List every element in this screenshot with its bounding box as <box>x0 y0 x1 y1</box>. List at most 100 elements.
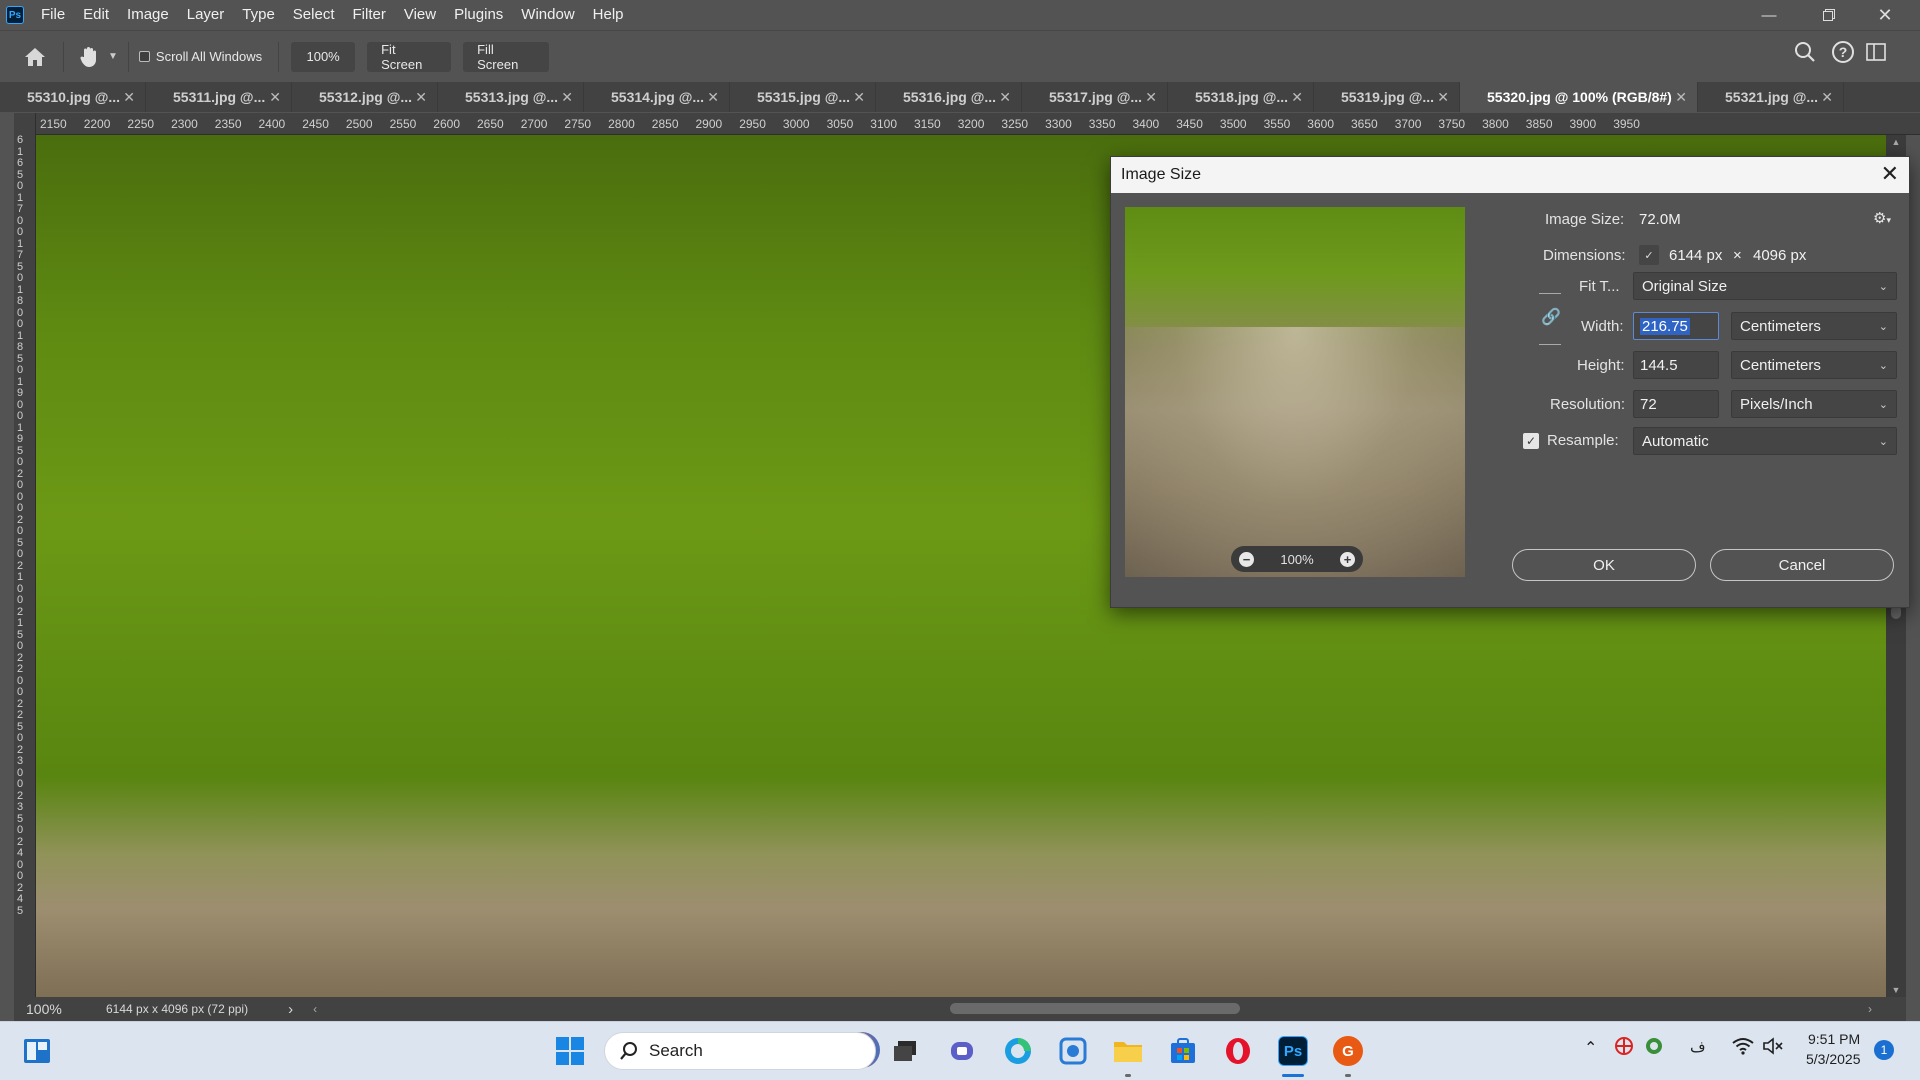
tab-55321[interactable]: 55321.jpg @... ✕ <box>1698 82 1844 112</box>
grammarly-icon[interactable]: G <box>1333 1036 1363 1066</box>
teams-icon[interactable] <box>948 1036 978 1066</box>
show-hidden-icons-chevron-icon[interactable]: ⌃ <box>1584 1038 1597 1058</box>
height-input[interactable]: 144.5 <box>1633 351 1719 379</box>
input-language-indicator[interactable]: ف <box>1690 1038 1706 1056</box>
minimize-icon[interactable]: — <box>1746 0 1792 30</box>
clock-date[interactable]: 5/3/2025 <box>1806 1051 1861 1067</box>
scroll-right-icon[interactable]: › <box>1868 1002 1872 1016</box>
clock-time[interactable]: 9:51 PM <box>1808 1031 1860 1047</box>
menu-type[interactable]: Type <box>233 0 284 30</box>
notification-badge[interactable]: 1 <box>1874 1040 1894 1060</box>
active-app-indicator <box>1345 1074 1351 1077</box>
close-tab-icon[interactable]: ✕ <box>1675 89 1687 106</box>
home-icon[interactable] <box>17 39 53 75</box>
horizontal-scroll-thumb[interactable] <box>950 1003 1240 1014</box>
settings-gear-icon[interactable]: ⚙▾ <box>1873 209 1891 227</box>
close-tab-icon[interactable]: ✕ <box>707 89 719 106</box>
edge-icon[interactable] <box>1003 1036 1033 1066</box>
folder-icon[interactable] <box>1113 1036 1143 1066</box>
document-tab-bar: 55310.jpg @... ✕ 55311.jpg @... ✕ 55312.jp… <box>0 82 1920 112</box>
resolution-unit-dropdown[interactable]: Pixels/Inch ⌄ <box>1731 390 1897 418</box>
menu-file[interactable]: File <box>32 0 74 30</box>
tab-55310[interactable]: 55310.jpg @... ✕ <box>0 82 146 112</box>
search-icon[interactable] <box>1794 41 1816 68</box>
fit-to-dropdown[interactable]: Original Size ⌄ <box>1633 272 1897 300</box>
camera-icon[interactable] <box>1058 1036 1088 1066</box>
menu-help[interactable]: Help <box>584 0 633 30</box>
status-menu-arrow-icon[interactable]: › <box>288 1001 293 1018</box>
tab-55312[interactable]: 55312.jpg @... ✕ <box>292 82 438 112</box>
cancel-button[interactable]: Cancel <box>1710 549 1894 581</box>
close-window-icon[interactable]: ✕ <box>1862 0 1908 30</box>
menu-layer[interactable]: Layer <box>178 0 234 30</box>
menu-window[interactable]: Window <box>512 0 583 30</box>
volume-muted-icon[interactable] <box>1762 1037 1784 1058</box>
tab-55314[interactable]: 55314.jpg @... ✕ <box>584 82 730 112</box>
dimensions-chevron-icon[interactable]: ✓ <box>1639 245 1659 265</box>
zoom-in-icon[interactable]: + <box>1340 551 1355 567</box>
opera-icon[interactable] <box>1223 1036 1253 1066</box>
width-input[interactable]: 216.75 <box>1633 312 1719 340</box>
start-icon[interactable] <box>555 1036 585 1066</box>
tab-55318[interactable]: 55318.jpg @... ✕ <box>1168 82 1314 112</box>
constrain-link-icon[interactable]: 🔗 <box>1541 307 1561 327</box>
network-globe-icon[interactable] <box>1644 1036 1664 1059</box>
taskbar-search-box[interactable]: Search <box>604 1032 876 1070</box>
tab-55315[interactable]: 55315.jpg @... ✕ <box>730 82 876 112</box>
photoshop-icon[interactable]: Ps <box>1278 1036 1308 1066</box>
resample-checkbox[interactable]: ✓ <box>1523 433 1539 449</box>
store-icon[interactable] <box>1168 1036 1198 1066</box>
tab-55320-active[interactable]: 55320.jpg @ 100% (RGB/8#) ✕ <box>1460 82 1698 112</box>
tab-55317[interactable]: 55317.jpg @... ✕ <box>1022 82 1168 112</box>
menu-select[interactable]: Select <box>284 0 344 30</box>
scroll-up-icon[interactable]: ▲ <box>1886 137 1906 147</box>
close-tab-icon[interactable]: ✕ <box>853 89 865 106</box>
height-unit-dropdown[interactable]: Centimeters ⌄ <box>1731 351 1897 379</box>
scroll-down-icon[interactable]: ▼ <box>1886 985 1906 995</box>
menu-plugins[interactable]: Plugins <box>445 0 512 30</box>
close-tab-icon[interactable]: ✕ <box>123 89 135 106</box>
tab-55311[interactable]: 55311.jpg @... ✕ <box>146 82 292 112</box>
hand-tool-icon[interactable] <box>74 42 104 72</box>
menu-view[interactable]: View <box>395 0 445 30</box>
scroll-all-windows-checkbox[interactable] <box>138 51 150 62</box>
scroll-left-icon[interactable]: ‹ <box>313 1002 317 1016</box>
tool-preset-chevron-icon[interactable]: ▼ <box>108 51 118 62</box>
close-tab-icon[interactable]: ✕ <box>1821 89 1833 106</box>
dialog-close-icon[interactable]: ✕ <box>1881 161 1899 187</box>
tab-55316[interactable]: 55316.jpg @... ✕ <box>876 82 1022 112</box>
widgets-icon[interactable] <box>22 1036 52 1066</box>
task-view-icon[interactable] <box>891 1036 921 1066</box>
close-tab-icon[interactable]: ✕ <box>415 89 427 106</box>
restore-icon[interactable] <box>1806 0 1852 30</box>
width-unit-dropdown[interactable]: Centimeters ⌄ <box>1731 312 1897 340</box>
close-tab-icon[interactable]: ✕ <box>269 89 281 106</box>
horizontal-ruler[interactable]: 2150 2200 2250 2300 2350 2400 2450 2500 2550 2600… <box>14 113 1920 135</box>
fit-screen-button[interactable]: Fit Screen <box>367 41 452 72</box>
ruler-number: 2450 <box>302 117 329 131</box>
help-icon[interactable]: ? <box>1832 41 1854 63</box>
menu-image[interactable]: Image <box>118 0 178 30</box>
tab-55313[interactable]: 55313.jpg @... ✕ <box>438 82 584 112</box>
wifi-icon[interactable] <box>1732 1037 1754 1058</box>
zoom-out-icon[interactable]: − <box>1239 551 1254 567</box>
workspace-panel-icon[interactable] <box>1866 43 1886 66</box>
close-tab-icon[interactable]: ✕ <box>999 89 1011 106</box>
zoom-percent-button[interactable]: 100% <box>291 41 356 72</box>
ok-button[interactable]: OK <box>1512 549 1696 581</box>
menu-edit[interactable]: Edit <box>74 0 118 30</box>
close-tab-icon[interactable]: ✕ <box>1291 89 1303 106</box>
menu-filter[interactable]: Filter <box>344 0 395 30</box>
close-tab-icon[interactable]: ✕ <box>561 89 573 106</box>
close-tab-icon[interactable]: ✕ <box>1145 89 1157 106</box>
image-preview[interactable] <box>1125 207 1465 577</box>
resolution-input[interactable]: 72 <box>1633 390 1719 418</box>
resample-dropdown[interactable]: Automatic ⌄ <box>1633 427 1897 455</box>
vertical-ruler[interactable]: 6 1 6 5 0 1 7 0 0 1 7 5 0 1 8 0 0 1 8 5 … <box>14 135 36 997</box>
tab-55319[interactable]: 55319.jpg @... ✕ <box>1314 82 1460 112</box>
close-tab-icon[interactable]: ✕ <box>1437 89 1449 106</box>
status-zoom[interactable]: 100% <box>26 1001 86 1017</box>
height-value: 144.5 <box>1640 356 1678 374</box>
vpn-icon[interactable] <box>1614 1036 1634 1059</box>
fill-screen-button[interactable]: Fill Screen <box>463 41 550 72</box>
